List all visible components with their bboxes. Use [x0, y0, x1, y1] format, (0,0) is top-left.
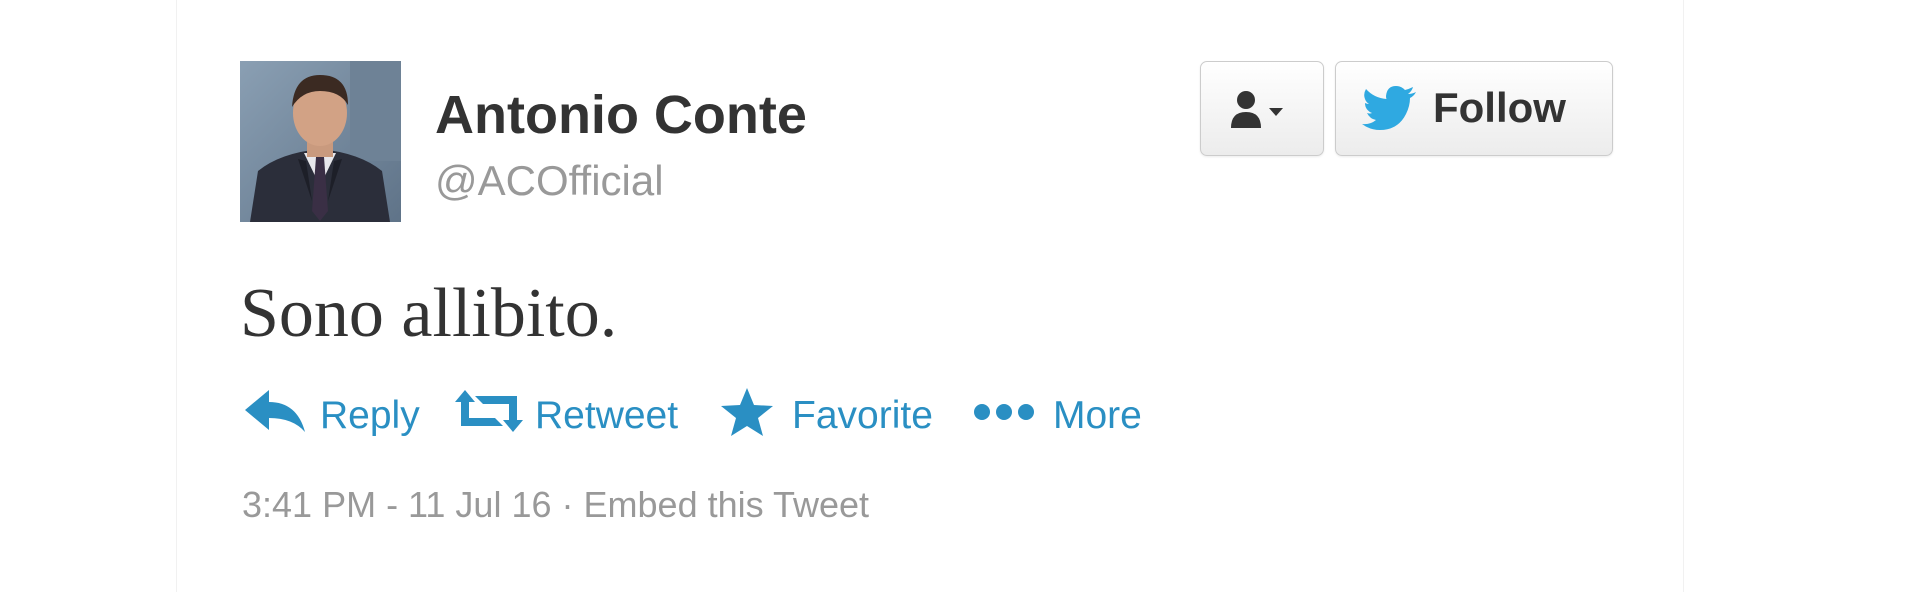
reply-arrow-icon — [245, 390, 305, 432]
reply-label: Reply — [320, 394, 420, 437]
user-dropdown-icon — [1231, 91, 1283, 128]
more-label: More — [1053, 394, 1142, 437]
favorite-action[interactable]: Favorite — [720, 388, 940, 444]
embedded-tweet-card: Antonio Conte @ACOfficial Follow Sono al… — [176, 0, 1684, 592]
author-handle[interactable]: @ACOfficial — [435, 155, 664, 207]
avatar[interactable] — [240, 61, 401, 222]
meta-separator: · — [561, 484, 574, 525]
user-actions-button[interactable] — [1200, 61, 1324, 156]
dots-icon — [974, 404, 1034, 420]
favorite-label: Favorite — [792, 394, 933, 437]
retweet-label: Retweet — [535, 394, 679, 437]
follow-label: Follow — [1433, 84, 1566, 131]
more-action[interactable]: More — [973, 388, 1173, 444]
tweet-timestamp[interactable]: 3:41 PM - 11 Jul 16 — [242, 484, 552, 525]
reply-action[interactable]: Reply — [245, 388, 435, 444]
tweet-meta: 3:41 PM - 11 Jul 16 · Embed this Tweet — [242, 482, 869, 528]
author-name[interactable]: Antonio Conte — [435, 82, 807, 148]
retweet-action[interactable]: Retweet — [455, 388, 695, 444]
embed-tweet-link[interactable]: Embed this Tweet — [584, 484, 870, 525]
retweet-icon — [455, 390, 523, 432]
tweet-actions: Reply Retweet Favorite More — [245, 388, 1245, 444]
follow-button[interactable]: Follow — [1335, 61, 1613, 156]
twitter-bird-icon — [1362, 86, 1416, 130]
tweet-text: Sono allibito. — [240, 275, 618, 352]
star-icon — [721, 388, 773, 436]
